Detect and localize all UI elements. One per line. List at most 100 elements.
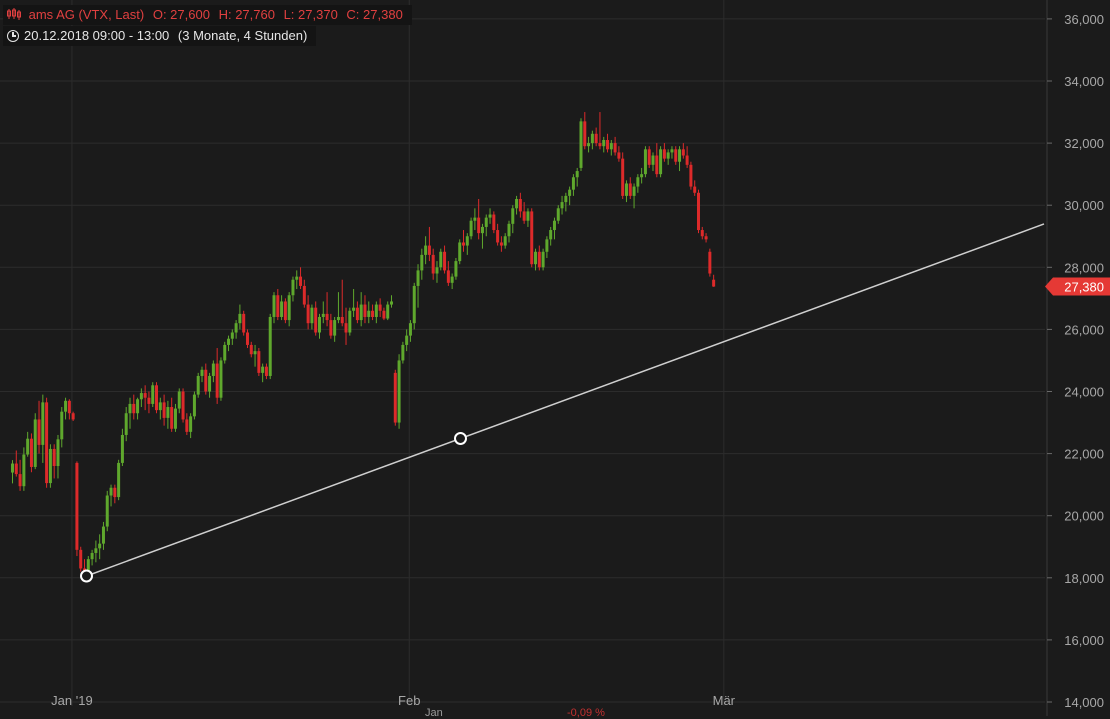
candle-body [708,251,712,274]
candle-body [545,239,549,252]
candle [439,248,443,271]
candle-body [499,242,503,246]
candle [98,534,102,560]
candle-body [443,251,447,271]
candle [473,208,477,231]
candlestick-chart[interactable]: Jan '19 Feb Mär 14,000 16,000 18,000 20,000 22… [0,0,1110,716]
candle [359,292,363,327]
candle-body [113,487,117,498]
candle [704,233,708,243]
candle [590,130,594,150]
candle [613,136,617,156]
candle [276,289,280,321]
candle-body [136,399,140,414]
candle-body [67,400,71,414]
candle [200,366,204,383]
candle [511,205,515,234]
candle-body [223,344,227,361]
candle-body [242,313,246,333]
candle [329,313,333,339]
candle [571,174,575,196]
candle-body [537,251,541,268]
candle [651,152,655,172]
candle [257,348,261,376]
candle-body [643,149,647,175]
candle-body [314,307,318,333]
candle [189,413,193,439]
candle-body [29,438,33,467]
candle-body [287,295,291,321]
candle-body [291,279,295,296]
candle-body [393,372,397,423]
candle-body [484,217,488,227]
candle-body [234,323,238,333]
candle-body [374,304,378,317]
y-tick-label: 28,000 [1064,260,1104,275]
trendline-anchor-handle[interactable] [454,432,467,445]
candle-body [155,385,159,411]
clock-icon [7,30,19,42]
y-tick-label: 22,000 [1064,447,1104,462]
candle [659,146,663,178]
candle-body [196,375,200,395]
candle [128,397,132,429]
candle-body [480,226,484,234]
candle [299,267,303,290]
candle [412,282,416,330]
candle-body [295,276,299,280]
candle [371,304,375,321]
candle [94,540,98,563]
candle-body [253,351,257,355]
candle [166,400,170,429]
candle [283,298,287,324]
candle-body [530,211,534,265]
candle-body [431,254,435,274]
candle-body [473,217,477,221]
candle-body [378,304,382,311]
candle-body [272,295,276,317]
candle [352,289,356,317]
candle-body [518,198,522,212]
candle [261,363,265,383]
candle [579,118,583,172]
candle-body [662,149,666,159]
candle [45,397,49,488]
candle-body [306,304,310,324]
candle-body [208,375,212,392]
candle-body [94,548,98,553]
candle [242,310,246,336]
trendline-anchor-handle[interactable] [80,569,93,583]
candle [454,257,458,280]
candle-body [333,320,337,336]
candle-body [48,448,52,484]
candle-body [640,174,644,178]
candle [624,180,628,203]
candle [170,397,174,432]
candle-body [249,344,253,355]
partial-change: -0,09 % [567,707,605,719]
candle [177,388,181,414]
candle [151,382,155,408]
candle-body [257,351,261,373]
y-axis[interactable]: 14,000 16,000 18,000 20,000 22,000 24,000 26,0… [1046,0,1104,716]
trendline-line[interactable] [86,223,1045,577]
candle [155,382,159,414]
candle [215,348,219,404]
candle [310,304,314,330]
candle [435,261,439,283]
trendline[interactable] [80,223,1045,583]
candle [101,521,105,550]
candle-body [101,526,105,544]
candle-body [132,403,136,414]
candle-body [185,419,189,432]
candlestick-icon[interactable] [7,8,21,20]
candle [480,223,484,249]
candle-body [700,230,704,237]
last-price-tag: 27,380 [1045,277,1110,296]
candle [230,329,234,345]
candle-body [109,487,113,496]
candle [219,357,223,401]
candle-body [477,217,481,234]
candle-body [424,245,428,255]
candle [640,167,644,184]
